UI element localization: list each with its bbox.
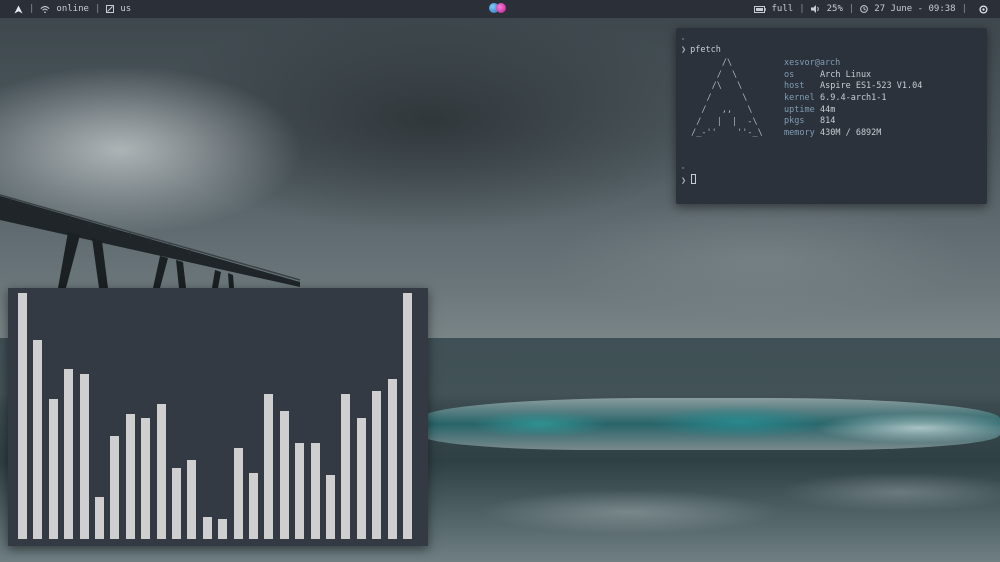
clock-icon bbox=[860, 5, 869, 13]
info-key: memory bbox=[784, 128, 815, 139]
visualizer-bar bbox=[79, 374, 89, 539]
pfetch-row: host Aspire ES1-523 V1.04 bbox=[784, 81, 922, 93]
terminal-window[interactable]: " ❯ pfetch /\ / \ /\ \ / \ / ,, \ / | | -… bbox=[676, 28, 987, 204]
info-value: 44m bbox=[820, 104, 836, 115]
pfetch-user-row: xesvor@arch bbox=[784, 58, 922, 70]
info-value: 430M / 6892M bbox=[820, 128, 882, 139]
info-value: 6.9.4-arch1-1 bbox=[820, 93, 887, 104]
bar-separator: | bbox=[961, 4, 967, 14]
wifi-icon[interactable] bbox=[40, 5, 50, 14]
visualizer-bar bbox=[387, 379, 397, 539]
pfetch-row: kernel 6.9.4-arch1-1 bbox=[784, 93, 922, 105]
info-key: pkgs bbox=[784, 116, 805, 127]
info-key: host bbox=[784, 81, 805, 92]
volume-icon[interactable] bbox=[810, 5, 821, 13]
prompt-arrow-icon: ❯ bbox=[681, 176, 687, 186]
arch-ascii-logo: /\ / \ /\ \ / \ / ,, \ / | | -\ /_-'' ''… bbox=[691, 58, 763, 139]
arch-logo-icon[interactable] bbox=[14, 4, 23, 14]
keyboard-icon[interactable] bbox=[106, 5, 115, 13]
info-value: 814 bbox=[820, 116, 836, 127]
visualizer-bars bbox=[8, 288, 428, 546]
info-value: Arch Linux bbox=[820, 69, 872, 80]
power-icon[interactable] bbox=[979, 4, 988, 14]
terminal-cursor bbox=[691, 174, 697, 184]
bar-right-modules: full | 25% | 27 June - 09:38 | bbox=[753, 0, 989, 18]
visualizer-bar bbox=[249, 473, 258, 539]
visualizer-bar bbox=[110, 436, 120, 539]
visualizer-bar bbox=[172, 468, 181, 539]
workspace-app-icon[interactable] bbox=[496, 3, 506, 13]
audio-visualizer-window[interactable] bbox=[8, 288, 428, 546]
visualizer-bar bbox=[141, 418, 151, 539]
info-key: kernel bbox=[784, 93, 815, 104]
visualizer-bar bbox=[295, 443, 305, 539]
bar-separator: | bbox=[848, 4, 855, 14]
top-status-bar: | online | us full | 25% | 27 June - 09:… bbox=[0, 0, 1000, 18]
visualizer-bar bbox=[202, 517, 212, 539]
visualizer-bar bbox=[341, 394, 351, 539]
bar-separator: | bbox=[799, 4, 805, 14]
visualizer-bar bbox=[264, 394, 274, 539]
visualizer-bar bbox=[64, 369, 74, 539]
bar-separator: | bbox=[94, 4, 101, 14]
visualizer-bar bbox=[326, 475, 335, 539]
visualizer-bar bbox=[125, 414, 135, 539]
visualizer-bar bbox=[279, 411, 289, 539]
visualizer-bar bbox=[48, 399, 58, 539]
wallpaper-foam bbox=[430, 452, 1000, 562]
bar-center-modules bbox=[489, 3, 506, 13]
info-key: os bbox=[784, 69, 795, 80]
keyboard-layout[interactable]: us bbox=[120, 0, 131, 18]
visualizer-bar bbox=[403, 293, 412, 539]
visualizer-bar bbox=[18, 293, 27, 539]
visualizer-bar bbox=[33, 340, 43, 539]
bar-left-modules: | online | us bbox=[14, 0, 131, 18]
visualizer-bar bbox=[310, 443, 320, 539]
visualizer-bar bbox=[218, 519, 228, 539]
user-host: xesvor@arch bbox=[784, 58, 841, 68]
visualizer-bar bbox=[372, 391, 382, 539]
bar-separator: | bbox=[29, 4, 35, 14]
wallpaper-pier bbox=[0, 194, 301, 288]
info-value: Aspire ES1-523 V1.04 bbox=[820, 81, 923, 92]
pfetch-row: pkgs 814 bbox=[784, 116, 922, 128]
terminal-input-line[interactable]: ❯ bbox=[681, 174, 697, 188]
info-key: uptime bbox=[784, 104, 815, 115]
pfetch-row: uptime 44m bbox=[784, 105, 922, 117]
pfetch-row: os Arch Linux bbox=[784, 70, 922, 82]
terminal-command-line: ❯ pfetch bbox=[681, 45, 721, 57]
visualizer-bar bbox=[356, 418, 366, 539]
wallpaper-wave bbox=[420, 398, 1000, 450]
terminal-command: pfetch bbox=[690, 45, 721, 55]
battery-icon bbox=[753, 5, 766, 13]
prompt-arrow-icon: ❯ bbox=[681, 45, 687, 55]
visualizer-bar bbox=[187, 460, 197, 539]
battery-status[interactable]: full bbox=[772, 0, 794, 18]
pfetch-row: memory 430M / 6892M bbox=[784, 128, 922, 140]
date-time[interactable]: 27 June - 09:38 bbox=[874, 0, 955, 18]
network-status[interactable]: online bbox=[56, 0, 89, 18]
volume-level[interactable]: 25% bbox=[827, 0, 843, 18]
visualizer-bar bbox=[95, 497, 104, 539]
visualizer-bar bbox=[156, 404, 166, 539]
pfetch-info: xesvor@arch os Arch Linux host Aspire ES… bbox=[784, 58, 922, 140]
visualizer-bar bbox=[233, 448, 243, 539]
